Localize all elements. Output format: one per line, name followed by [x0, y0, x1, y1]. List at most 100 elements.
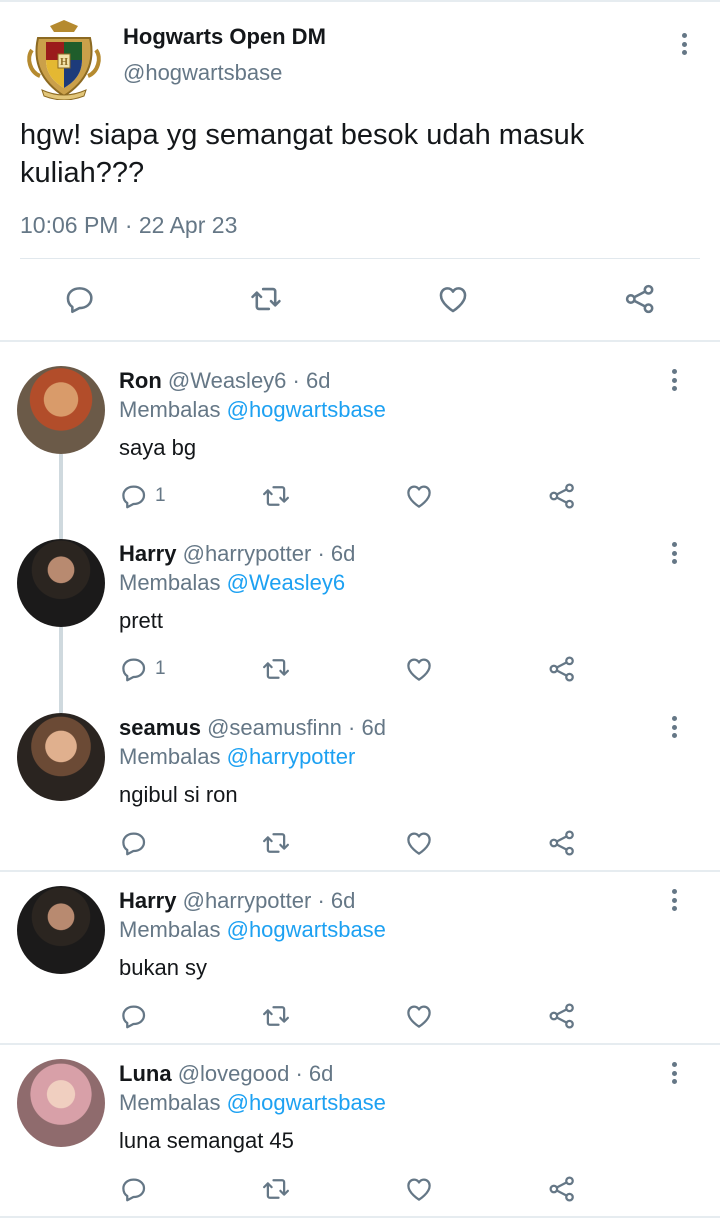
share-icon [547, 1001, 577, 1031]
share-icon [547, 654, 577, 684]
replying-mention[interactable]: @hogwartsbase [227, 917, 386, 942]
heart-icon [404, 481, 434, 511]
reply-author-name[interactable]: Ron [119, 368, 162, 393]
reply-icon [63, 282, 97, 316]
tweet-text: hgw! siapa yg semangat besok udah masuk … [20, 119, 585, 189]
like-button[interactable] [404, 1174, 434, 1204]
more-options-icon[interactable] [681, 33, 687, 55]
reply-text: luna semangat 45 [119, 1128, 294, 1153]
replying-label: Membalas [119, 917, 221, 942]
like-button[interactable] [436, 282, 470, 316]
retweet-button[interactable] [249, 282, 283, 316]
reply-icon [119, 828, 149, 858]
reply-button[interactable] [63, 282, 97, 316]
retweet-button[interactable] [261, 1174, 291, 1204]
reply-age: · 6d [348, 715, 386, 740]
reply-author-handle[interactable]: @harrypotter [183, 541, 312, 566]
more-options-icon[interactable] [671, 369, 677, 391]
reply-button[interactable] [119, 828, 155, 858]
share-icon [547, 828, 577, 858]
replying-mention[interactable]: @harrypotter [227, 744, 356, 769]
tweet-timestamp[interactable]: 10:06 PM · 22 Apr 23 [20, 212, 237, 239]
avatar[interactable] [17, 713, 105, 801]
heart-icon [404, 1174, 434, 1204]
reply-icon [119, 654, 149, 684]
reply-text: prett [119, 608, 164, 633]
retweet-icon [261, 828, 291, 858]
reply-count: 1 [155, 485, 166, 506]
section-divider [0, 1216, 720, 1218]
like-button[interactable] [404, 481, 434, 511]
reply-author-name[interactable]: seamus [119, 715, 201, 740]
reply-author-handle[interactable]: @Weasley6 [168, 368, 287, 393]
divider [20, 258, 700, 259]
share-button[interactable] [547, 1001, 577, 1031]
reply-count: 1 [155, 658, 166, 679]
reply-item[interactable]: Ron @Weasley6 · 6d Membalas @hogwartsbas… [0, 364, 720, 536]
more-options-icon[interactable] [671, 1062, 677, 1084]
retweet-button[interactable] [261, 1001, 291, 1031]
reply-item[interactable]: seamus @seamusfinn · 6d Membalas @harryp… [0, 711, 720, 883]
share-icon [547, 1174, 577, 1204]
replying-label: Membalas [119, 1090, 221, 1115]
reply-author-handle[interactable]: @seamusfinn [207, 715, 342, 740]
reply-author-handle[interactable]: @lovegood [178, 1061, 290, 1086]
retweet-icon [261, 1174, 291, 1204]
replying-mention[interactable]: @hogwartsbase [227, 1090, 386, 1115]
more-options-icon[interactable] [671, 716, 677, 738]
reply-age: · 6d [317, 541, 356, 566]
reply-author-name[interactable]: Luna [119, 1061, 172, 1086]
reply-button[interactable]: 1 [119, 654, 166, 684]
reply-item[interactable]: Harry @harrypotter · 6d Membalas @Weasle… [0, 537, 720, 709]
reply-age: · 6d [295, 1061, 334, 1086]
like-button[interactable] [404, 654, 434, 684]
retweet-icon [261, 1001, 291, 1031]
reply-author-name[interactable]: Harry [119, 541, 176, 566]
reply-button[interactable]: 1 [119, 481, 166, 511]
reply-button[interactable] [119, 1174, 155, 1204]
share-button[interactable] [547, 481, 577, 511]
avatar[interactable] [17, 539, 105, 627]
avatar[interactable] [17, 366, 105, 454]
replying-mention[interactable]: @hogwartsbase [227, 397, 386, 422]
like-button[interactable] [404, 828, 434, 858]
reply-item[interactable]: Harry @harrypotter · 6d Membalas @hogwar… [0, 884, 720, 1056]
heart-icon [404, 1001, 434, 1031]
replying-label: Membalas [119, 744, 221, 769]
hogwarts-crest-icon[interactable]: H [24, 16, 104, 101]
retweet-icon [249, 282, 283, 316]
reply-author-name[interactable]: Harry [119, 888, 176, 913]
more-options-icon[interactable] [671, 889, 677, 911]
reply-icon [119, 1001, 149, 1031]
reply-button[interactable] [119, 1001, 155, 1031]
section-divider [0, 1043, 720, 1045]
retweet-button[interactable] [261, 654, 291, 684]
author-name[interactable]: Hogwarts Open DM [123, 24, 326, 50]
author-handle[interactable]: @hogwartsbase [123, 60, 282, 86]
share-icon [547, 481, 577, 511]
share-icon [623, 282, 657, 316]
share-button[interactable] [547, 1174, 577, 1204]
replying-mention[interactable]: @Weasley6 [227, 570, 346, 595]
more-options-icon[interactable] [671, 542, 677, 564]
reply-item[interactable]: Luna @lovegood · 6d Membalas @hogwartsba… [0, 1057, 720, 1229]
reply-age: · 6d [317, 888, 356, 913]
retweet-icon [261, 481, 291, 511]
retweet-icon [261, 654, 291, 684]
avatar[interactable] [17, 1059, 105, 1147]
like-button[interactable] [404, 1001, 434, 1031]
replying-label: Membalas [119, 570, 221, 595]
reply-text: ngibul si ron [119, 782, 238, 807]
avatar[interactable] [17, 886, 105, 974]
share-button[interactable] [547, 654, 577, 684]
share-button[interactable] [623, 282, 657, 316]
reply-icon [119, 1174, 149, 1204]
svg-text:H: H [60, 57, 68, 68]
share-button[interactable] [547, 828, 577, 858]
reply-author-handle[interactable]: @harrypotter [183, 888, 312, 913]
retweet-button[interactable] [261, 828, 291, 858]
main-tweet: H Hogwarts Open DM @hogwartsbase hgw! si… [0, 0, 720, 342]
heart-icon [404, 654, 434, 684]
retweet-button[interactable] [261, 481, 291, 511]
reply-text: saya bg [119, 435, 197, 460]
